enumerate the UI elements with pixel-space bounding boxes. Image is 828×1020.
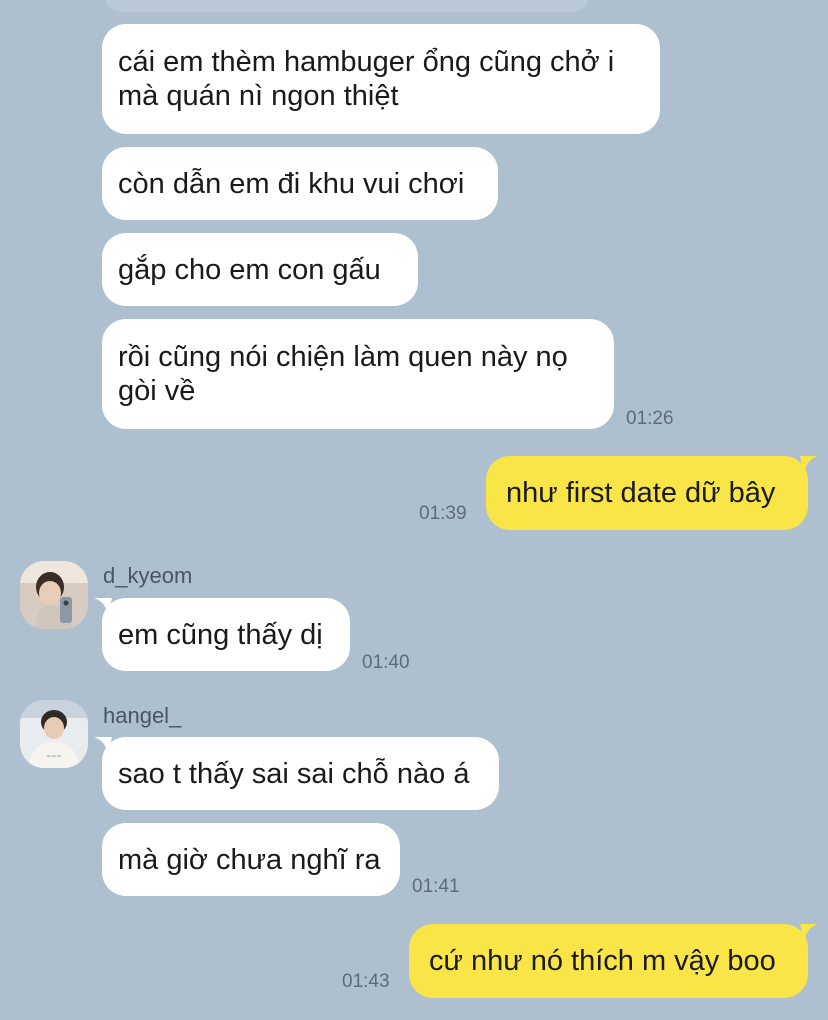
outgoing-message-bubble[interactable]: cứ như nó thích m vậy boo xyxy=(409,924,808,998)
incoming-message-bubble[interactable]: mà giờ chưa nghĩ ra xyxy=(102,823,400,896)
bubble-tail xyxy=(800,456,818,474)
message-text: như first date dữ bây xyxy=(506,477,776,509)
incoming-message-bubble[interactable]: còn dẫn em đi khu vui chơi xyxy=(102,147,498,220)
message-text: cái em thèm hambuger ổng cũng chở i mà q… xyxy=(118,46,615,112)
message-timestamp: 01:41 xyxy=(412,876,460,897)
incoming-message-bubble[interactable]: em cũng thấy dị xyxy=(102,598,350,671)
svg-text:~~~: ~~~ xyxy=(46,753,61,760)
bubble-tail xyxy=(94,737,112,755)
outgoing-message-bubble[interactable]: như first date dữ bây xyxy=(486,456,808,530)
message-text: sao t thấy sai sai chỗ nào á xyxy=(118,757,470,790)
message-text: cứ như nó thích m vậy boo xyxy=(429,945,776,977)
chat-thread[interactable]: cái em thèm hambuger ổng cũng chở i mà q… xyxy=(0,0,828,1020)
message-text: gắp cho em con gấu xyxy=(118,253,381,286)
bubble-tail xyxy=(800,924,818,942)
incoming-message-bubble[interactable]: sao t thấy sai sai chỗ nào á xyxy=(102,737,499,810)
bubble-tail xyxy=(94,598,112,616)
message-text: em cũng thấy dị xyxy=(118,618,323,651)
message-timestamp: 01:26 xyxy=(626,408,674,429)
profile-photo-icon: ~~~ xyxy=(20,700,88,768)
profile-photo-icon xyxy=(20,561,88,629)
message-timestamp: 01:43 xyxy=(342,971,390,992)
sender-name: hangel_ xyxy=(103,703,182,728)
avatar[interactable]: ~~~ xyxy=(20,700,88,768)
sender-name: d_kyeom xyxy=(103,563,193,588)
message-timestamp: 01:39 xyxy=(419,503,467,524)
message-text: rồi cũng nói chiện làm quen này nọ gòi v… xyxy=(118,341,568,407)
avatar[interactable] xyxy=(20,561,88,629)
message-text: mà giờ chưa nghĩ ra xyxy=(118,843,381,876)
partial-message-bubble xyxy=(104,0,590,12)
incoming-message-bubble[interactable]: rồi cũng nói chiện làm quen này nọ gòi v… xyxy=(102,319,614,429)
incoming-message-bubble[interactable]: gắp cho em con gấu xyxy=(102,233,418,306)
message-timestamp: 01:40 xyxy=(362,652,410,673)
message-text: còn dẫn em đi khu vui chơi xyxy=(118,167,465,200)
incoming-message-bubble[interactable]: cái em thèm hambuger ổng cũng chở i mà q… xyxy=(102,24,660,134)
